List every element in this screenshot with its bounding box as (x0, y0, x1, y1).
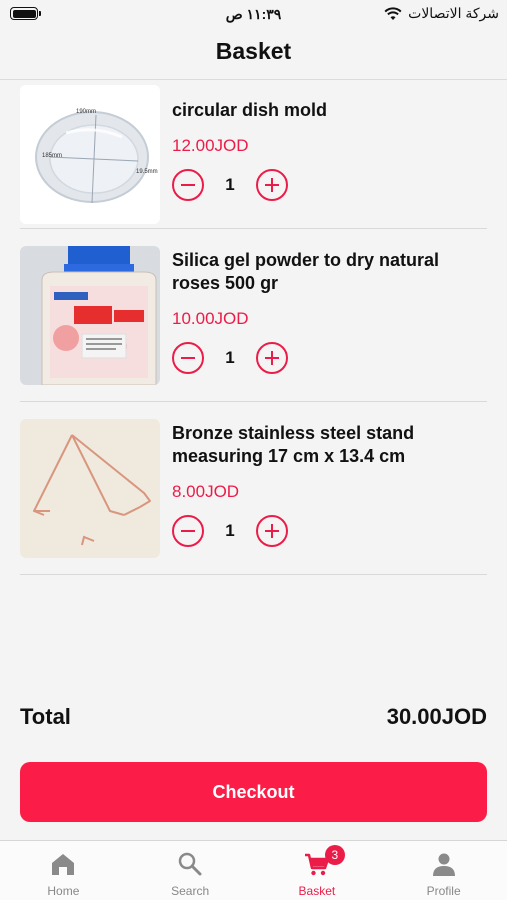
increase-quantity-button[interactable] (256, 515, 288, 547)
header: Basket (0, 28, 507, 80)
basket-items-list: 190mm 185mm 19.5mm circular dish mold 12… (20, 81, 487, 575)
tab-label: Profile (426, 884, 461, 898)
quantity-stepper: 1 (172, 341, 487, 375)
search-icon (177, 851, 203, 877)
increase-quantity-button[interactable] (256, 169, 288, 201)
quantity-value: 1 (225, 175, 235, 194)
tab-label: Basket (298, 884, 336, 898)
tab-search[interactable]: Search (127, 841, 254, 900)
person-icon (431, 851, 457, 877)
item-name[interactable]: circular dish mold (172, 99, 487, 122)
product-image-silica-gel[interactable] (20, 246, 160, 385)
decrease-quantity-button[interactable] (172, 169, 204, 201)
tab-label: Home (47, 884, 80, 898)
total-label: Total (20, 704, 71, 729)
decrease-quantity-button[interactable] (172, 515, 204, 547)
svg-text:190mm: 190mm (76, 109, 96, 115)
quantity-value: 1 (225, 521, 235, 540)
tab-profile[interactable]: Profile (380, 841, 507, 900)
increase-quantity-button[interactable] (256, 342, 288, 374)
tab-basket[interactable]: 3 Basket (254, 841, 381, 900)
item-name[interactable]: Silica gel powder to dry natural roses 5… (172, 249, 487, 295)
status-bar: ١١:٣٩ ص شركة الاتصالات (0, 0, 507, 28)
svg-text:185mm: 185mm (42, 153, 62, 159)
svg-text:19.5mm: 19.5mm (136, 169, 158, 175)
home-icon (50, 851, 76, 877)
total-row: Total 30.00JOD (20, 704, 487, 730)
basket-item: Silica gel powder to dry natural roses 5… (20, 229, 487, 402)
basket-item: Bronze stainless steel stand measuring 1… (20, 402, 487, 575)
total-value: 30.00JOD (386, 704, 487, 729)
tab-label: Search (171, 884, 210, 898)
item-price: 10.00JOD (172, 309, 249, 328)
page-title: Basket (215, 38, 292, 64)
product-image-dish-mold[interactable]: 190mm 185mm 19.5mm (20, 85, 160, 224)
carrier-name: شركة الاتصالات (408, 5, 499, 21)
bottom-tab-bar: Home Search 3 Basket Profile (0, 840, 507, 900)
decrease-quantity-button[interactable] (172, 342, 204, 374)
basket-item: 190mm 185mm 19.5mm circular dish mold 12… (20, 81, 487, 229)
checkout-button[interactable]: Checkout (20, 762, 487, 822)
product-image-steel-stand[interactable] (20, 419, 160, 558)
item-name[interactable]: Bronze stainless steel stand measuring 1… (172, 422, 487, 468)
tab-home[interactable]: Home (0, 841, 127, 900)
item-price: 8.00JOD (172, 482, 240, 501)
quantity-value: 1 (225, 348, 235, 367)
quantity-stepper: 1 (172, 514, 487, 548)
item-price: 12.00JOD (172, 136, 249, 155)
cart-count-badge: 3 (324, 845, 345, 865)
quantity-stepper: 1 (172, 168, 487, 202)
wifi-icon (384, 7, 402, 21)
